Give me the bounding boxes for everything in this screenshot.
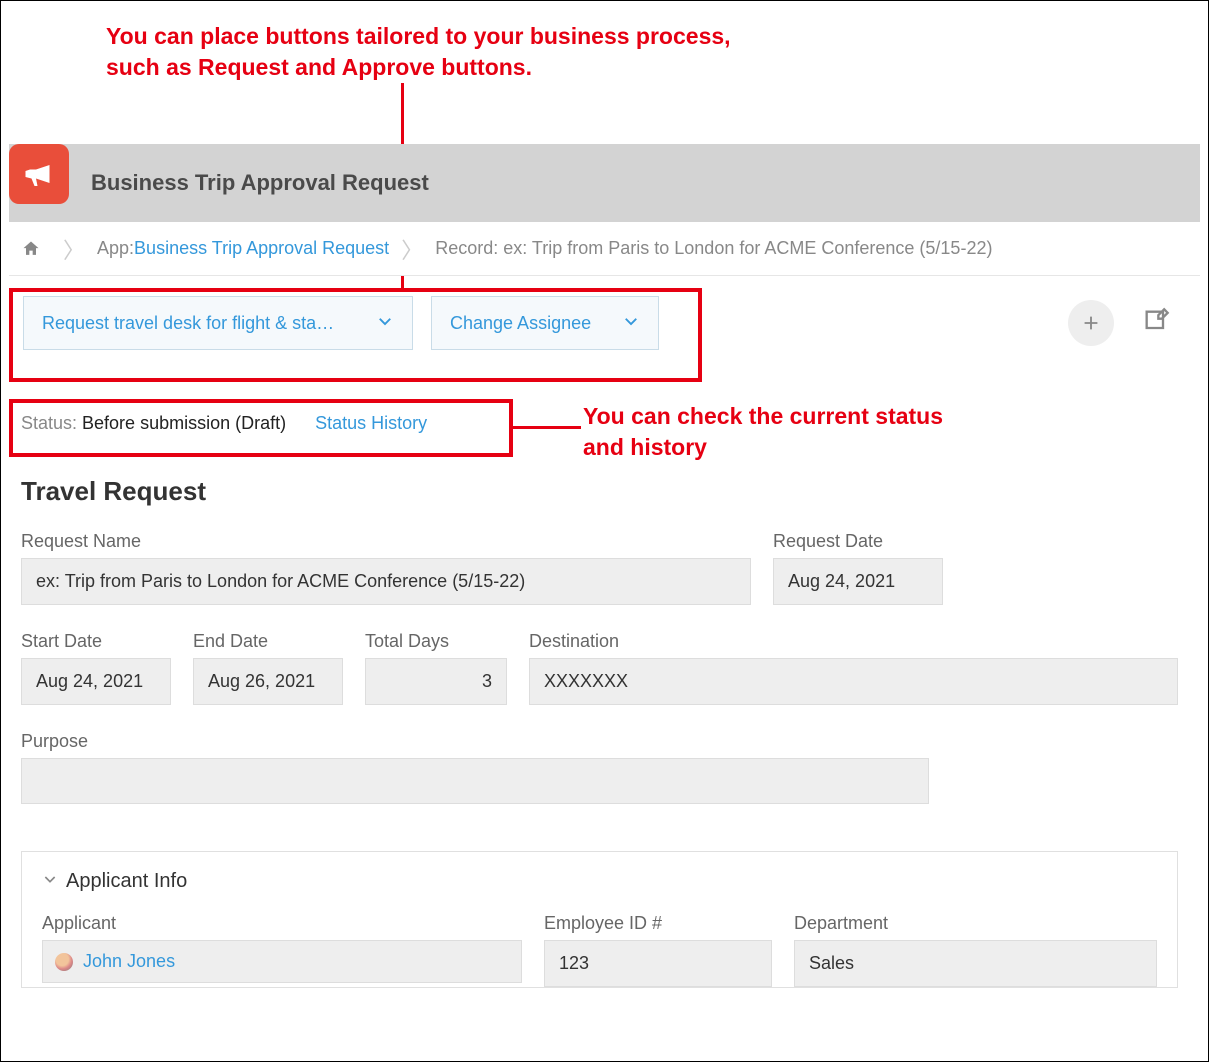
change-assignee-label: Change Assignee (450, 313, 591, 334)
department-label: Department (794, 913, 1157, 934)
request-name-value: ex: Trip from Paris to London for ACME C… (21, 558, 751, 605)
applicant-info-toggle[interactable]: Applicant Info (42, 870, 1157, 893)
request-date-value: Aug 24, 2021 (773, 558, 943, 605)
breadcrumb: 〉 App: Business Trip Approval Request 〉 … (9, 222, 1200, 276)
chevron-icon: 〉 (401, 233, 423, 265)
total-days-label: Total Days (365, 631, 507, 652)
applicant-name-link[interactable]: John Jones (83, 951, 175, 972)
app-title: Business Trip Approval Request (91, 170, 429, 196)
end-date-value: Aug 26, 2021 (193, 658, 343, 705)
applicant-label: Applicant (42, 913, 522, 934)
status-row: Status: Before submission (Draft) Status… (21, 413, 427, 434)
total-days-value: 3 (365, 658, 507, 705)
request-travel-button[interactable]: Request travel desk for flight & sta… (23, 296, 413, 350)
department-value: Sales (794, 940, 1157, 987)
avatar (55, 953, 73, 971)
destination-label: Destination (529, 631, 1178, 652)
pencil-icon (1142, 307, 1170, 335)
megaphone-icon (21, 156, 57, 192)
chevron-icon: 〉 (63, 233, 85, 265)
app-icon (9, 144, 69, 204)
home-icon[interactable] (21, 239, 41, 259)
annotation-top: You can place buttons tailored to your b… (106, 21, 731, 83)
chevron-down-icon (376, 312, 394, 335)
request-date-label: Request Date (773, 531, 943, 552)
request-travel-label: Request travel desk for flight & sta… (42, 313, 334, 334)
applicant-section: Applicant Info Applicant John Jones Empl… (21, 851, 1178, 988)
purpose-label: Purpose (21, 731, 929, 752)
purpose-value (21, 758, 929, 804)
destination-value: XXXXXXX (529, 658, 1178, 705)
breadcrumb-app-prefix: App: (97, 238, 134, 259)
status-value: Before submission (Draft) (82, 413, 286, 433)
actions-row: Request travel desk for flight & sta… Ch… (9, 276, 1200, 370)
start-date-label: Start Date (21, 631, 171, 652)
start-date-value: Aug 24, 2021 (21, 658, 171, 705)
employee-id-label: Employee ID # (544, 913, 772, 934)
chevron-down-icon (42, 870, 58, 893)
add-button[interactable] (1068, 300, 1114, 346)
form-area: Request Name ex: Trip from Paris to Lond… (21, 531, 1178, 830)
breadcrumb-record: Record: ex: Trip from Paris to London fo… (435, 238, 992, 259)
annotation-status: You can check the current statusand hist… (583, 401, 943, 463)
app-header: Business Trip Approval Request (9, 144, 1200, 222)
breadcrumb-app-link[interactable]: Business Trip Approval Request (134, 238, 389, 259)
end-date-label: End Date (193, 631, 343, 652)
chevron-down-icon (622, 312, 640, 335)
section-title: Travel Request (21, 476, 206, 507)
applicant-field: John Jones (42, 940, 522, 983)
status-label: Status: (21, 413, 82, 433)
applicant-info-title: Applicant Info (66, 870, 187, 893)
employee-id-value: 123 (544, 940, 772, 987)
plus-icon (1080, 312, 1102, 334)
annotation-line-horizontal (513, 426, 581, 429)
change-assignee-button[interactable]: Change Assignee (431, 296, 659, 350)
status-history-link[interactable]: Status History (315, 413, 427, 433)
request-name-label: Request Name (21, 531, 751, 552)
edit-button[interactable] (1142, 307, 1170, 340)
